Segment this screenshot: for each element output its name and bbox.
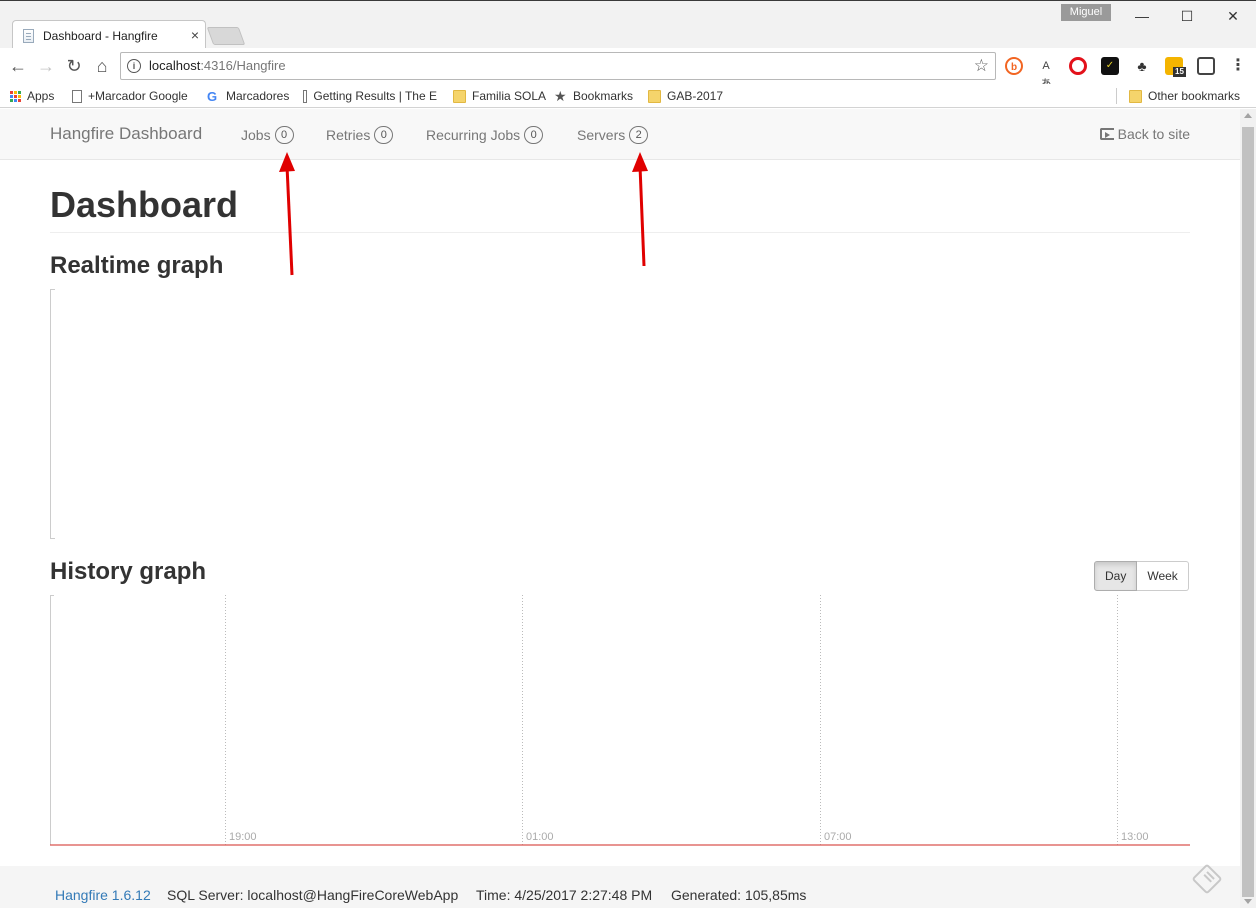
address-bar[interactable]: i localhost:4316/Hangfire ☆ xyxy=(120,52,996,80)
hangfire-navbar: Hangfire Dashboard Jobs 0 Retries 0 Recu… xyxy=(0,109,1240,160)
day-button[interactable]: Day xyxy=(1094,561,1138,591)
url-path: :4316/Hangfire xyxy=(200,58,286,73)
servers-count-badge: 2 xyxy=(629,126,649,144)
jobs-count-badge: 0 xyxy=(274,126,294,144)
extension-b-icon[interactable]: b xyxy=(1005,57,1023,75)
bookmarks-divider xyxy=(1116,88,1117,104)
nav-servers[interactable]: Servers 2 xyxy=(577,126,649,144)
folder-icon xyxy=(648,89,661,103)
extension-check-icon[interactable]: ✓ xyxy=(1101,57,1119,75)
star-icon: ★ xyxy=(554,87,567,104)
bookmark-marcador-google[interactable]: +Marcador Google xyxy=(72,87,188,105)
time-info: Time: 4/25/2017 2:27:48 PM xyxy=(476,887,653,903)
realtime-graph xyxy=(50,289,1190,539)
browser-tab[interactable]: Dashboard - Hangfire × xyxy=(12,20,206,49)
minimize-icon[interactable]: — xyxy=(1130,7,1154,25)
recurring-count-badge: 0 xyxy=(524,126,544,144)
bookmark-getting-results[interactable]: Getting Results | The E xyxy=(303,87,437,105)
document-icon xyxy=(23,28,34,43)
x-tick-label: 19:00 xyxy=(229,831,257,843)
version-link[interactable]: Hangfire 1.6.12 xyxy=(55,887,151,903)
generated-info: Generated: 105,85ms xyxy=(671,887,807,903)
google-icon: G xyxy=(207,88,218,104)
extension-badge: 15 xyxy=(1173,67,1186,77)
page-icon xyxy=(72,89,82,103)
bookmark-marcadores[interactable]: G Marcadores xyxy=(207,87,289,105)
profile-button[interactable]: Miguel xyxy=(1061,4,1111,21)
keep-icon[interactable]: 15 xyxy=(1165,57,1186,77)
maximize-icon[interactable]: ☐ xyxy=(1175,7,1199,25)
bookmark-apps[interactable]: Apps xyxy=(10,87,54,105)
history-graph-title: History graph xyxy=(50,558,207,585)
nav-recurring-jobs[interactable]: Recurring Jobs 0 xyxy=(426,126,544,144)
x-tick-label: 13:00 xyxy=(1121,831,1149,843)
footer: Hangfire 1.6.12 SQL Server: localhost@Ha… xyxy=(0,863,1240,908)
info-icon[interactable]: i xyxy=(127,59,141,73)
nav-jobs[interactable]: Jobs 0 xyxy=(241,126,294,144)
opera-icon[interactable] xyxy=(1069,57,1087,75)
x-tick-label: 01:00 xyxy=(526,831,554,843)
week-button[interactable]: Week xyxy=(1137,561,1189,591)
retries-count-badge: 0 xyxy=(374,126,394,144)
hangfire-logo-icon xyxy=(1191,863,1223,895)
scroll-down-icon[interactable] xyxy=(1244,899,1252,904)
back-arrow-icon[interactable]: ← xyxy=(6,54,30,78)
brand-link[interactable]: Hangfire Dashboard xyxy=(50,124,202,144)
bookmark-familia-sola[interactable]: Familia SOLA xyxy=(453,87,546,105)
bookmark-gab-2017[interactable]: GAB-2017 xyxy=(648,87,723,105)
realtime-graph-title: Realtime graph xyxy=(50,252,224,279)
tab-close-icon[interactable]: × xyxy=(191,27,199,43)
range-toggle: Day Week xyxy=(1094,561,1189,591)
back-to-site-link[interactable]: Back to site xyxy=(1099,126,1190,142)
folder-icon xyxy=(1129,89,1142,103)
annotation-arrow-jobs xyxy=(279,152,295,276)
apps-grid-icon xyxy=(10,90,21,102)
storage-info: SQL Server: localhost@HangFireCoreWebApp xyxy=(167,887,459,903)
url-host: localhost xyxy=(149,58,201,73)
screenshot-icon[interactable] xyxy=(1197,57,1215,75)
bookmarks-bar: Apps +Marcador Google G Marcadores Getti… xyxy=(0,84,1256,108)
folder-icon xyxy=(453,89,466,103)
page-icon xyxy=(303,89,308,103)
forward-arrow-icon[interactable]: → xyxy=(34,54,58,78)
tab-title: Dashboard - Hangfire xyxy=(43,28,158,43)
translate-icon[interactable]: Aあ xyxy=(1037,57,1055,90)
new-tab-button[interactable] xyxy=(206,27,246,45)
menu-icon[interactable]: ⋮ xyxy=(1229,57,1247,75)
page-scrollbar[interactable] xyxy=(1240,109,1256,908)
annotation-arrow-servers xyxy=(632,152,648,267)
bookmark-star-icon[interactable]: ☆ xyxy=(974,56,989,76)
bookmark-bookmarks[interactable]: ★ Bookmarks xyxy=(554,87,633,105)
title-divider xyxy=(50,232,1190,233)
home-icon[interactable]: ⌂ xyxy=(90,54,114,78)
x-tick-label: 07:00 xyxy=(824,831,852,843)
browser-titlebar: Dashboard - Hangfire × Miguel — ☐ ✕ xyxy=(0,0,1256,49)
scroll-up-icon[interactable] xyxy=(1244,113,1252,118)
evernote-icon[interactable]: ♣ xyxy=(1133,57,1151,75)
nav-retries[interactable]: Retries 0 xyxy=(326,126,394,144)
bookmark-other[interactable]: Other bookmarks xyxy=(1129,87,1240,105)
scroll-thumb[interactable] xyxy=(1242,127,1254,897)
page-viewport: Hangfire Dashboard Jobs 0 Retries 0 Recu… xyxy=(0,109,1240,908)
page-title: Dashboard xyxy=(50,184,239,225)
history-graph: 19:00 01:00 07:00 13:00 xyxy=(50,595,1190,846)
close-window-icon[interactable]: ✕ xyxy=(1221,7,1245,25)
sign-out-icon xyxy=(1099,128,1114,140)
reload-icon[interactable]: ↻ xyxy=(62,54,86,78)
